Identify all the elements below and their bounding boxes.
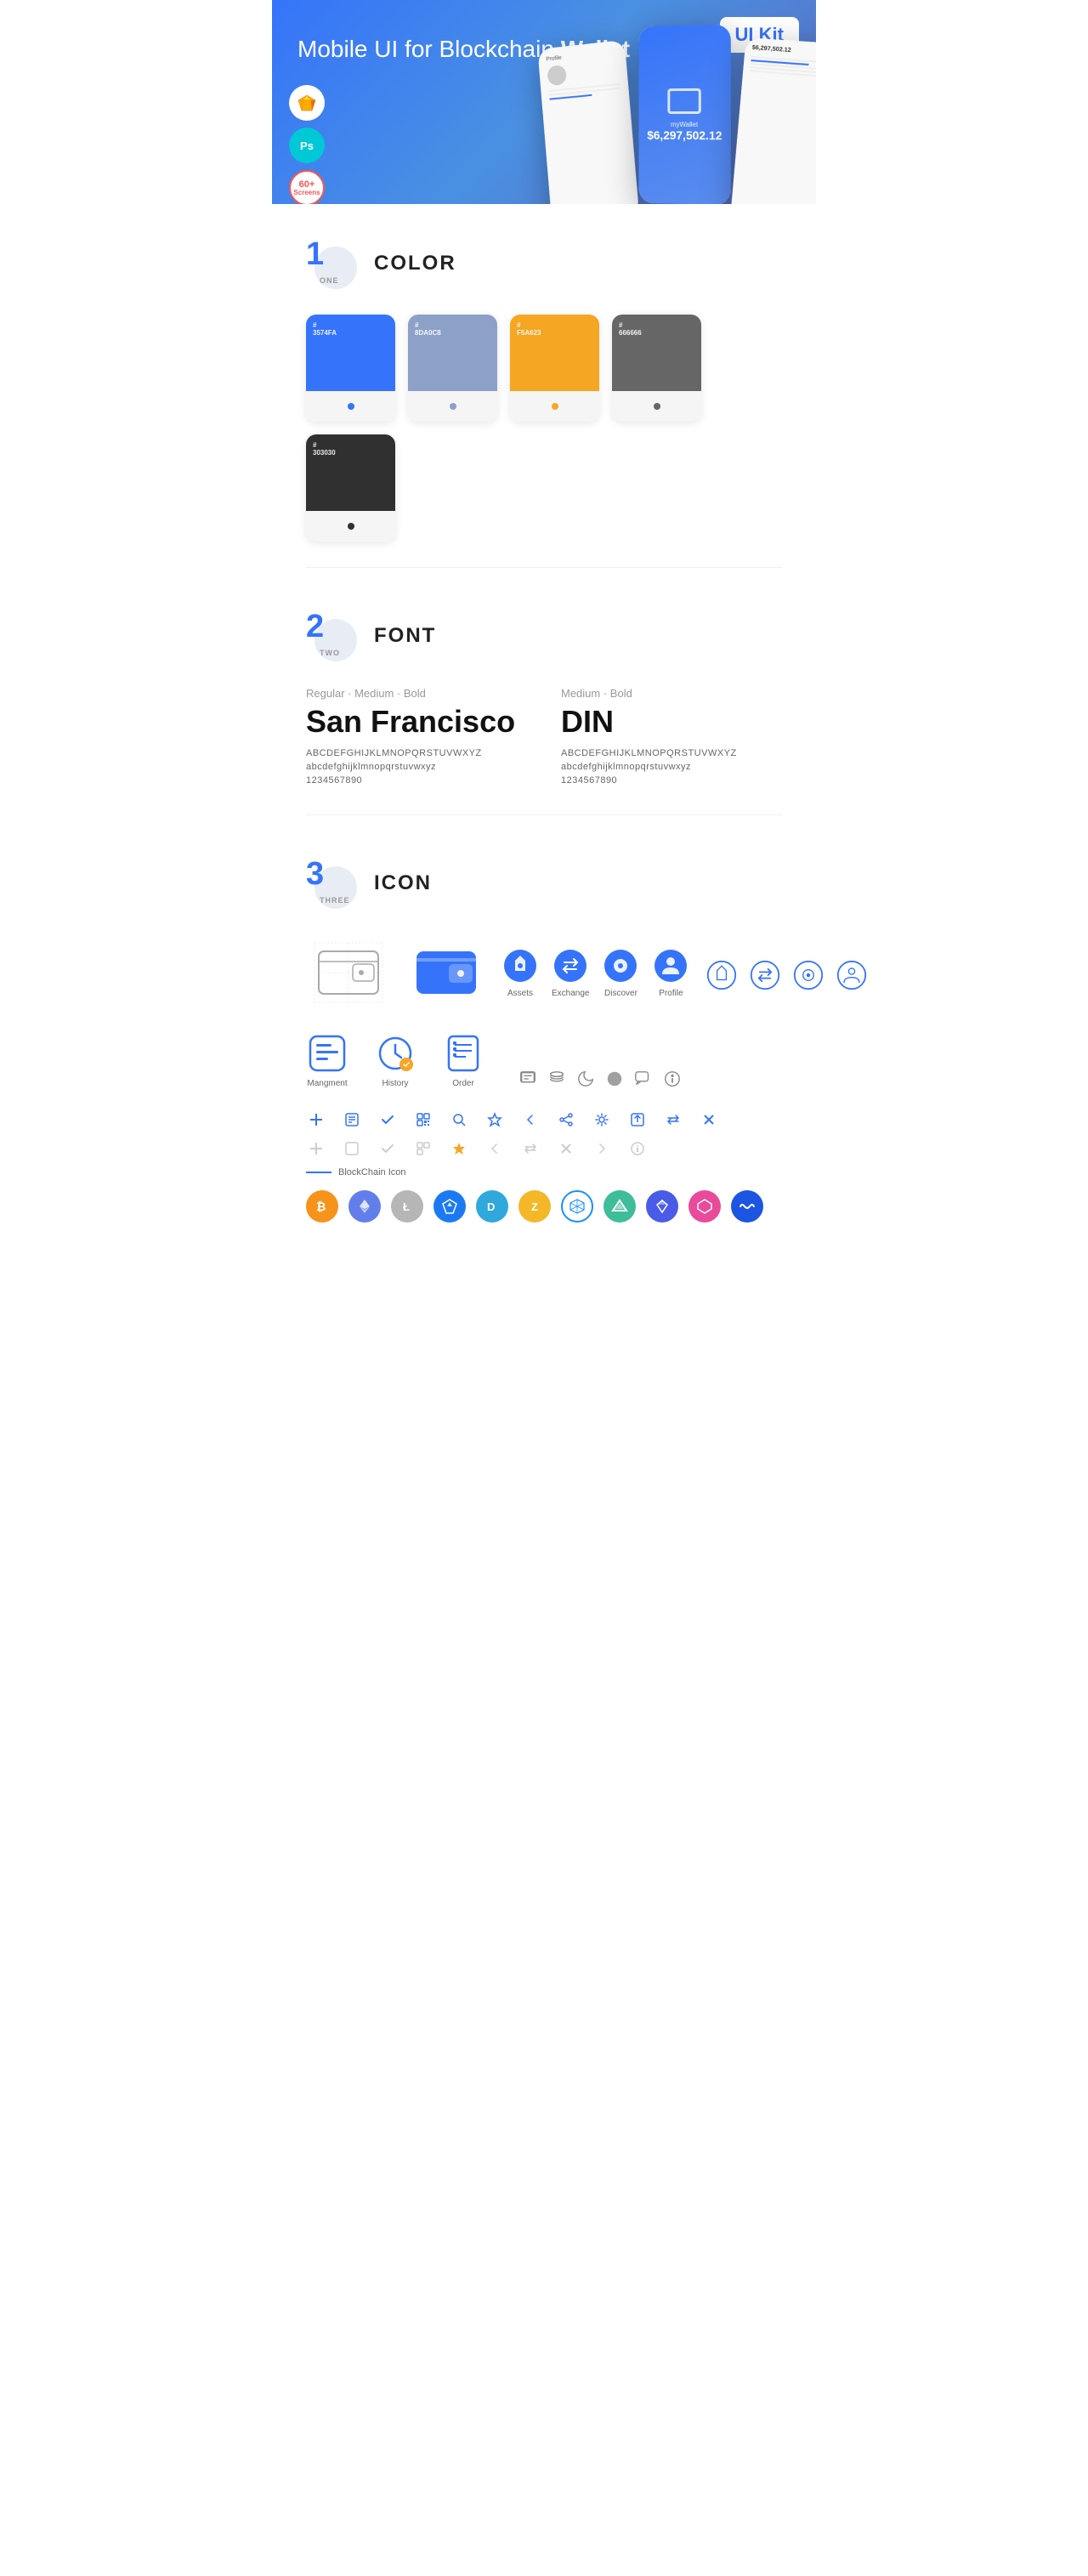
icon-polygon-pink — [688, 1190, 721, 1223]
icon-history: History — [374, 1032, 416, 1088]
main-nav-icons: Mangment History — [306, 1032, 782, 1088]
icon-star-filled — [449, 1138, 469, 1159]
swatch-gray-blue: #8DA0C8 — [408, 315, 497, 422]
blockchain-text: BlockChain Icon — [338, 1167, 406, 1177]
swatch-blue: #3574FA — [306, 315, 395, 422]
nav-icons-outline — [706, 960, 867, 990]
icon-check-faded — [377, 1138, 398, 1159]
icon-check — [377, 1109, 398, 1130]
phone-mockup-1: Profile — [537, 40, 639, 204]
phone-mockups: Profile myWallet $6,297,502.12 $6,297,50… — [543, 22, 816, 204]
icon-star — [484, 1109, 505, 1130]
sf-name: San Francisco — [306, 704, 527, 740]
icon-wallet-wireframe — [306, 934, 391, 1011]
swatch-orange: #F5A623 — [510, 315, 599, 422]
icon-settings — [592, 1109, 612, 1130]
section-num-3: 3 THREE — [306, 858, 357, 909]
section-num-2: 2 TWO — [306, 610, 357, 661]
font-grid: Regular · Medium · Bold San Francisco AB… — [306, 687, 782, 789]
hero-section: Mobile UI for Blockchain Wallet UI Kit P… — [272, 0, 816, 204]
din-lower: abcdefghijklmnopqrstuvwxyz — [561, 762, 782, 772]
icon-arrows-faded — [520, 1138, 541, 1159]
icon-wallet-solid — [408, 934, 484, 1011]
sf-lower: abcdefghijklmnopqrstuvwxyz — [306, 762, 527, 772]
icon-construction-area: Assets Exchange — [306, 934, 782, 1011]
icon-edit-faded — [342, 1138, 362, 1159]
crypto-icons: ₿ Ł D Z — [306, 1190, 782, 1223]
sf-style: Regular · Medium · Bold — [306, 687, 527, 700]
icon-management: Mangment — [306, 1032, 348, 1088]
icon-triangle — [604, 1190, 636, 1223]
font-sf: Regular · Medium · Bold San Francisco AB… — [306, 687, 527, 789]
din-nums: 1234567890 — [561, 775, 782, 786]
ps-badge: Ps — [289, 128, 325, 163]
icon-back — [520, 1109, 541, 1130]
icon-plus — [306, 1109, 326, 1130]
icon-info-faded — [627, 1138, 648, 1159]
svg-text:Ł: Ł — [403, 1200, 410, 1213]
din-upper: ABCDEFGHIJKLMNOPQRSTUVWXYZ — [561, 748, 782, 758]
icon-close — [699, 1109, 719, 1130]
phone-mockup-3: $6,297,502.12 — [730, 37, 816, 204]
nav-icons-colored: Assets Exchange — [502, 947, 689, 998]
icon-plus-faded — [306, 1138, 326, 1159]
color-section-header: 1 ONE COLOR — [306, 238, 782, 289]
icon-qr — [413, 1109, 434, 1130]
icon-upload — [627, 1109, 648, 1130]
sketch-badge — [289, 85, 325, 121]
icon-discover: Discover — [602, 947, 639, 998]
icon-waves — [731, 1190, 763, 1223]
icon-nem — [434, 1190, 466, 1223]
color-swatches: #3574FA #8DA0C8 #F5A623 #666666 #303030 — [306, 315, 782, 542]
sf-nums: 1234567890 — [306, 775, 527, 786]
font-din: Medium · Bold DIN ABCDEFGHIJKLMNOPQRSTUV… — [561, 687, 782, 789]
color-section: 1 ONE COLOR #3574FA #8DA0C8 #F5A623 #666… — [272, 204, 816, 559]
svg-text:Z: Z — [531, 1200, 538, 1213]
icon-search — [449, 1109, 469, 1130]
icon-section-header: 3 THREE ICON — [306, 858, 782, 909]
icon-exchange: Exchange — [552, 947, 589, 998]
icon-back-faded — [484, 1138, 505, 1159]
svg-text:₿: ₿ — [316, 1200, 326, 1213]
svg-text:D: D — [487, 1200, 495, 1213]
icon-qr-faded — [413, 1138, 434, 1159]
phone-mockup-2: myWallet $6,297,502.12 — [638, 25, 730, 204]
icon-section: 3 THREE ICON — [272, 824, 816, 1240]
blockchain-label: BlockChain Icon — [306, 1167, 782, 1177]
icon-profile: Profile — [652, 947, 689, 998]
font-section-header: 2 TWO FONT — [306, 610, 782, 661]
din-name: DIN — [561, 704, 782, 740]
sf-upper: ABCDEFGHIJKLMNOPQRSTUVWXYZ — [306, 748, 527, 758]
icon-dash: D — [476, 1190, 508, 1223]
utility-icons — [518, 1070, 682, 1088]
tool-icons-row2 — [306, 1138, 782, 1159]
icon-assets: Assets — [502, 947, 539, 998]
icon-bitcoin: ₿ — [306, 1190, 338, 1223]
icon-diamond — [646, 1190, 678, 1223]
icon-swap — [663, 1109, 683, 1130]
icon-zcash: Z — [518, 1190, 551, 1223]
swatch-gray: #666666 — [612, 315, 701, 422]
icon-litecoin: Ł — [391, 1190, 423, 1223]
font-section: 2 TWO FONT Regular · Medium · Bold San F… — [272, 576, 816, 806]
icon-x-faded — [556, 1138, 576, 1159]
din-style: Medium · Bold — [561, 687, 782, 700]
icon-share — [556, 1109, 576, 1130]
icon-mesh — [561, 1190, 593, 1223]
font-title: FONT — [374, 624, 436, 648]
blockchain-line-decoration — [306, 1172, 332, 1173]
icon-order: Order — [442, 1032, 484, 1088]
icon-edit — [342, 1109, 362, 1130]
hero-badges: Ps 60+ Screens — [289, 85, 325, 204]
icon-title: ICON — [374, 871, 432, 895]
color-title: COLOR — [374, 252, 456, 275]
icon-forward-faded — [592, 1138, 612, 1159]
swatch-dark: #303030 — [306, 434, 395, 542]
icon-ethereum — [348, 1190, 381, 1223]
tool-icons-row1 — [306, 1109, 782, 1130]
section-num-1: 1 ONE — [306, 238, 357, 289]
screens-badge: 60+ Screens — [289, 170, 325, 204]
